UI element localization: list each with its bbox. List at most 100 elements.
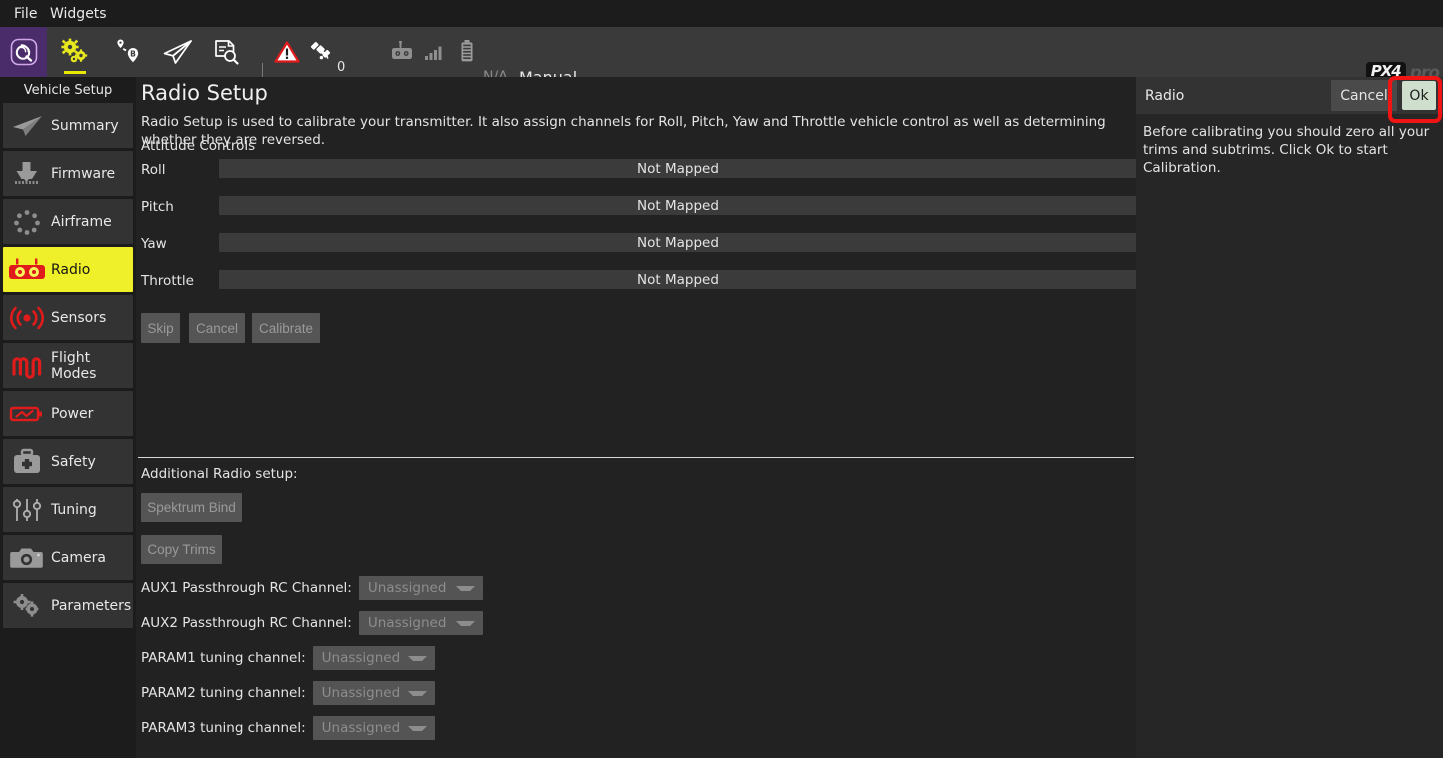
control-name: Roll <box>141 162 213 178</box>
svg-text:B: B <box>130 50 136 59</box>
menu-item-widgets[interactable]: Widgets <box>44 4 113 24</box>
dialog-cancel-button[interactable]: Cancel <box>1331 80 1397 111</box>
additional-radio-setup-label: Additional Radio setup: <box>141 466 298 482</box>
safety-kit-icon <box>3 439 51 484</box>
field-label: PARAM2 tuning channel: <box>141 685 306 701</box>
control-channel-bar: Not Mapped <box>219 196 1137 215</box>
toolbar: B <box>0 27 1443 77</box>
qgc-logo-icon <box>10 38 38 66</box>
sensors-waves-icon <box>3 295 51 340</box>
param2-tuning-select[interactable]: Unassigned <box>313 681 435 705</box>
toolbar-button-rssi[interactable] <box>420 27 450 77</box>
dialog-message: Before calibrating you should zero all y… <box>1143 123 1435 178</box>
copy-trims-button[interactable]: Copy Trims <box>141 535 222 564</box>
param2-tuning-row: PARAM2 tuning channel: Unassigned <box>141 680 435 706</box>
qgc-logo-button[interactable] <box>0 27 47 77</box>
select-value: Unassigned <box>359 580 447 596</box>
toolbar-button-analyze[interactable] <box>204 27 248 77</box>
sidebar-item-label: Summary <box>51 118 119 134</box>
sidebar-item-label: Radio <box>51 262 90 278</box>
sidebar-item-radio[interactable]: Radio <box>3 247 133 292</box>
sidebar-item-firmware[interactable]: Firmware <box>3 151 133 196</box>
sidebar-item-power[interactable]: Power <box>3 391 133 436</box>
page-title: Radio Setup <box>141 81 268 105</box>
calibrate-button[interactable]: Calibrate <box>252 313 320 343</box>
rc-transmitter-icon <box>390 41 418 63</box>
chevron-down-icon <box>456 586 475 591</box>
param3-tuning-row: PARAM3 tuning channel: Unassigned <box>141 715 435 741</box>
param3-tuning-select[interactable]: Unassigned <box>313 716 435 740</box>
select-value: Unassigned <box>313 685 401 701</box>
radio-dialog-panel: Radio Cancel Ok Before calibrating you s… <box>1136 77 1443 758</box>
field-label: AUX1 Passthrough RC Channel: <box>141 580 352 596</box>
gps-satellite-count: 0 <box>337 60 389 76</box>
aux1-passthrough-row: AUX1 Passthrough RC Channel: Unassigned <box>141 575 483 601</box>
sidebar-item-parameters[interactable]: Parameters <box>3 583 133 628</box>
field-label: PARAM3 tuning channel: <box>141 720 306 736</box>
toolbar-button-vehicle-setup[interactable] <box>52 27 98 77</box>
sidebar-item-label: Sensors <box>51 310 106 326</box>
toolbar-button-gps[interactable] <box>308 27 338 77</box>
aux1-passthrough-select[interactable]: Unassigned <box>359 576 483 600</box>
sidebar-item-safety[interactable]: Safety <box>3 439 133 484</box>
radio-setup-panel: Radio Setup Radio Setup is used to calib… <box>136 77 1136 758</box>
toolbar-button-warning[interactable] <box>270 27 304 77</box>
field-label: AUX2 Passthrough RC Channel: <box>141 615 352 631</box>
log-analyze-icon <box>212 38 240 66</box>
control-status: Not Mapped <box>637 161 719 177</box>
aux2-passthrough-row: AUX2 Passthrough RC Channel: Unassigned <box>141 610 483 636</box>
gears-icon <box>3 583 51 628</box>
airframe-spinner-icon <box>3 199 51 244</box>
toolbar-button-fly[interactable] <box>156 27 200 77</box>
sidebar-item-flight-modes[interactable]: Flight Modes <box>3 343 133 388</box>
battery-power-icon <box>3 391 51 436</box>
chevron-down-icon <box>408 691 427 696</box>
attitude-control-row-roll: Roll Not Mapped <box>141 159 1137 183</box>
sidebar-item-airframe[interactable]: Airframe <box>3 199 133 244</box>
sidebar-item-tuning[interactable]: Tuning <box>3 487 133 532</box>
sidebar-item-label: Parameters <box>51 598 131 614</box>
sidebar-item-label: Camera <box>51 550 106 566</box>
select-value: Unassigned <box>313 650 401 666</box>
sidebar-item-label: Flight Modes <box>51 350 133 382</box>
paper-plane-icon <box>3 103 51 148</box>
toolbar-button-battery[interactable] <box>453 27 481 77</box>
sidebar-title: Vehicle Setup <box>0 77 136 103</box>
dialog-title: Radio <box>1145 88 1184 104</box>
attitude-control-row-pitch: Pitch Not Mapped <box>141 196 1137 220</box>
spektrum-bind-button[interactable]: Spektrum Bind <box>141 493 242 522</box>
plan-waypoints-icon: B <box>112 38 142 66</box>
menu-bar: File Widgets <box>0 0 1443 27</box>
sidebar-item-label: Safety <box>51 454 96 470</box>
control-name: Pitch <box>141 199 213 215</box>
sliders-icon <box>3 487 51 532</box>
toolbar-button-plan[interactable]: B <box>104 27 150 77</box>
toolbar-button-rc[interactable] <box>388 27 420 77</box>
warning-triangle-icon <box>274 40 300 64</box>
chevron-down-icon <box>408 726 427 731</box>
sidebar-item-label: Airframe <box>51 214 112 230</box>
control-name: Throttle <box>141 273 213 289</box>
sidebar-item-camera[interactable]: Camera <box>3 535 133 580</box>
dialog-header: Radio Cancel Ok <box>1136 77 1443 114</box>
gears-icon <box>60 38 90 66</box>
param1-tuning-row: PARAM1 tuning channel: Unassigned <box>141 645 435 671</box>
control-channel-bar: Not Mapped <box>219 233 1137 252</box>
chevron-down-icon <box>408 656 427 661</box>
control-status: Not Mapped <box>637 272 719 288</box>
dialog-ok-button[interactable]: Ok <box>1402 81 1436 110</box>
flight-modes-icon <box>3 343 51 388</box>
skip-button[interactable]: Skip <box>141 313 180 343</box>
active-tab-underline <box>64 71 86 74</box>
menu-item-file[interactable]: File <box>8 4 43 24</box>
paper-plane-icon <box>162 38 194 66</box>
param1-tuning-select[interactable]: Unassigned <box>313 646 435 670</box>
sidebar-item-sensors[interactable]: Sensors <box>3 295 133 340</box>
sidebar-item-label: Power <box>51 406 93 422</box>
aux2-passthrough-select[interactable]: Unassigned <box>359 611 483 635</box>
section-divider <box>138 457 1134 458</box>
field-label: PARAM1 tuning channel: <box>141 650 306 666</box>
sidebar-item-summary[interactable]: Summary <box>3 103 133 148</box>
chevron-down-icon <box>456 621 475 626</box>
cancel-calibration-button[interactable]: Cancel <box>189 313 245 343</box>
